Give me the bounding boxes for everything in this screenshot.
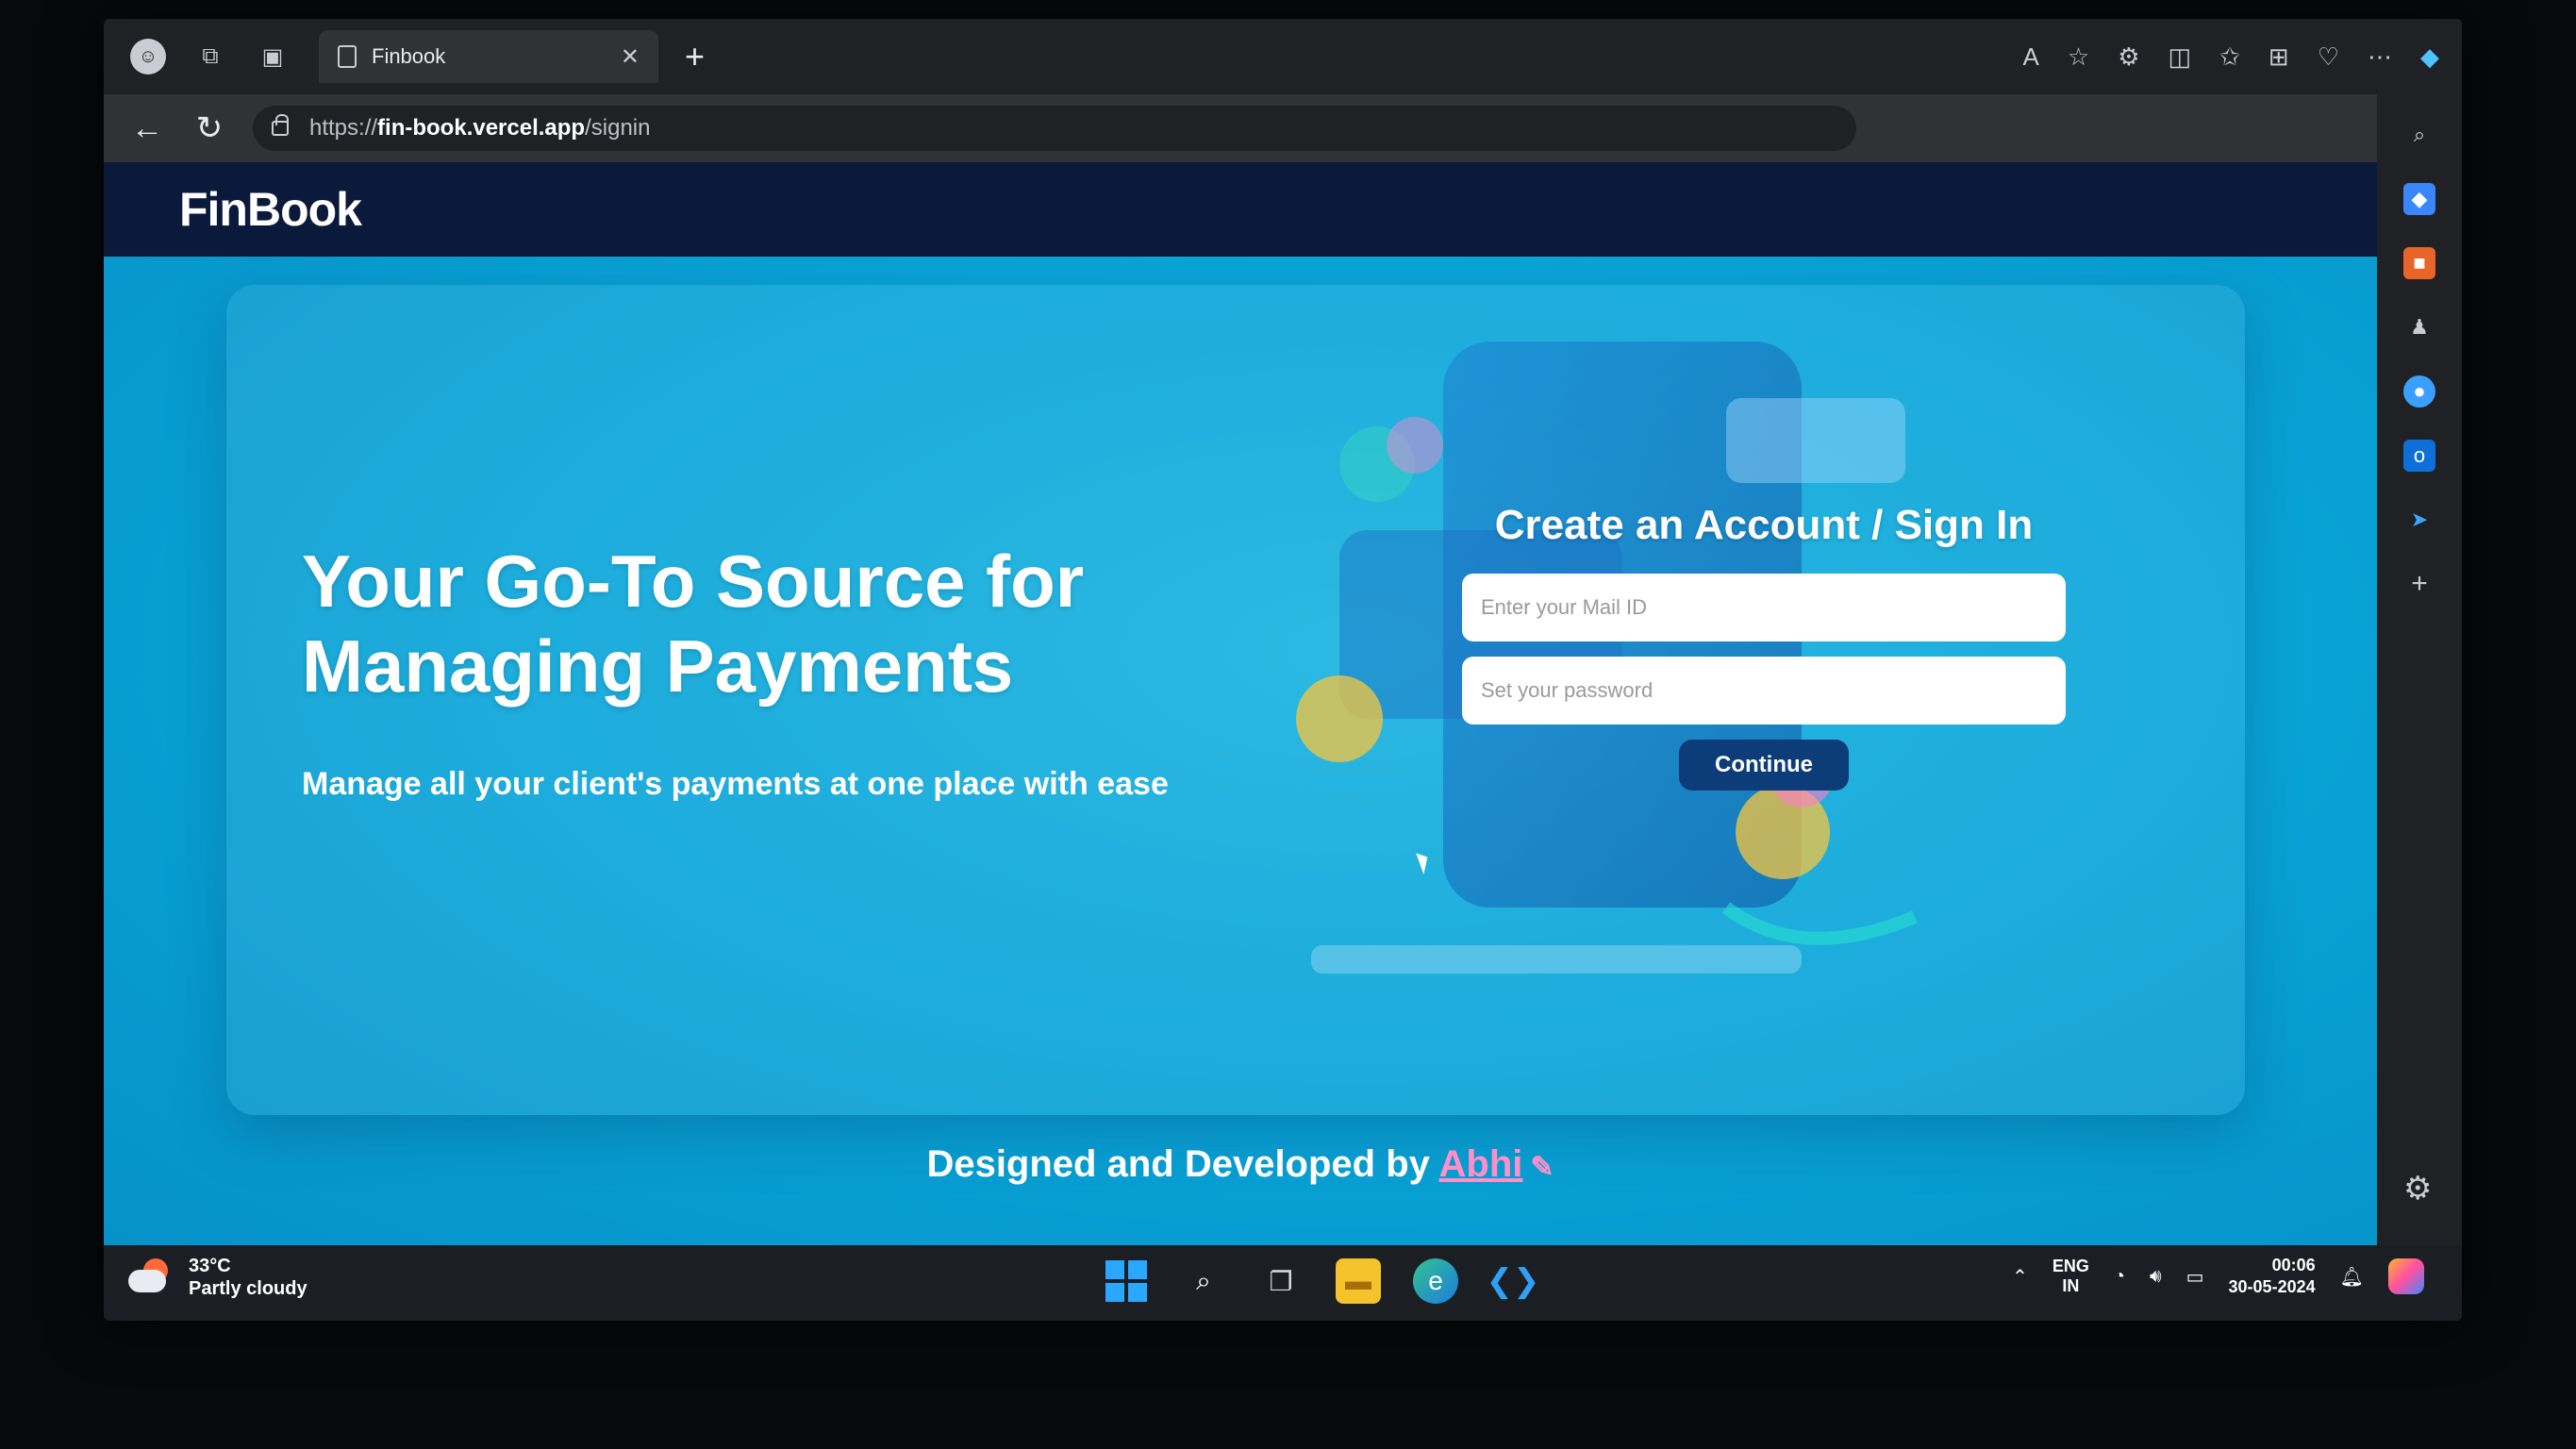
page-icon bbox=[338, 45, 357, 68]
tab-strip: ☺ ⧉ ▣ Finbook ✕ + A ☆ ⚙ ◫ ✩ ⊞ ♡ ⋯ ◆ bbox=[104, 19, 2462, 94]
workspaces-icon[interactable]: ⧉ bbox=[192, 39, 228, 75]
footer-credit-text: Designed and Developed by bbox=[926, 1143, 1439, 1185]
clock-time: 00:06 bbox=[2271, 1256, 2316, 1274]
address-bar: ← ↻ https:// fin-book.vercel.app /signin bbox=[104, 94, 2462, 162]
add-icon[interactable]: + bbox=[2403, 568, 2435, 600]
edge-sidebar: ⌕ ◆ ■ ♟ ● o ➤ + ⚙ bbox=[2377, 94, 2462, 1245]
region-code: IN bbox=[2062, 1276, 2080, 1296]
search-icon[interactable]: ⌕ bbox=[2403, 119, 2435, 151]
hero-subline: Manage all your client's payments at one… bbox=[302, 766, 1169, 802]
wifi-icon[interactable]: ◔ bbox=[2114, 1266, 2125, 1288]
url-scheme: https:// bbox=[309, 115, 378, 141]
weather-widget[interactable]: 33°C Partly cloudy bbox=[126, 1255, 307, 1300]
start-windows-icon[interactable] bbox=[1104, 1258, 1149, 1304]
read-aloud-icon[interactable]: A bbox=[2023, 42, 2039, 72]
clock[interactable]: 00:06 30-05-2024 bbox=[2229, 1255, 2316, 1299]
temperature: 33°C bbox=[189, 1256, 231, 1276]
taskbar: 33°C Partly cloudy ⌕ ❐ ▬ e ❮❯ ⌃ ENG IN ◔… bbox=[104, 1245, 2462, 1321]
close-tab-icon[interactable]: ✕ bbox=[621, 43, 640, 71]
tag-icon[interactable]: ◆ bbox=[2403, 183, 2435, 215]
send-icon[interactable]: ➤ bbox=[2403, 504, 2435, 536]
sidebar-settings-icon[interactable]: ⚙ bbox=[2403, 1170, 2432, 1208]
site-footer: Designed and Developed by Abhi ✎ bbox=[104, 1143, 2377, 1186]
tab-finbook[interactable]: Finbook ✕ bbox=[319, 30, 658, 83]
author-link[interactable]: Abhi bbox=[1439, 1143, 1523, 1185]
url-path: /signin bbox=[585, 115, 651, 141]
back-arrow-icon[interactable]: ← bbox=[128, 110, 166, 147]
continue-button[interactable]: Continue bbox=[1679, 740, 1849, 791]
hero-headline: Your Go-To Source for Managing Payments bbox=[302, 540, 1085, 708]
vscode-icon[interactable]: ❮❯ bbox=[1487, 1258, 1540, 1304]
partly-cloudy-icon bbox=[126, 1258, 174, 1296]
task-view-icon[interactable]: ❐ bbox=[1258, 1258, 1304, 1304]
new-tab-button[interactable]: + bbox=[685, 37, 705, 76]
split-screen-icon[interactable]: ◫ bbox=[2169, 42, 2192, 72]
copilot-icon[interactable]: ◆ bbox=[2420, 42, 2439, 72]
taskbar-apps: ⌕ ❐ ▬ e ❮❯ bbox=[1104, 1258, 1540, 1304]
extension-icon[interactable]: ⚙ bbox=[2118, 42, 2139, 72]
screen: ☺ ⧉ ▣ Finbook ✕ + A ☆ ⚙ ◫ ✩ ⊞ ♡ ⋯ ◆ ← ↻ … bbox=[104, 19, 2462, 1321]
favorites-icon[interactable]: ✩ bbox=[2219, 42, 2240, 72]
site-header: FinBook bbox=[104, 162, 2377, 257]
refresh-icon[interactable]: ↻ bbox=[191, 109, 228, 147]
tab-actions-icon[interactable]: ▣ bbox=[255, 39, 291, 75]
pencil-icon: ✎ bbox=[1530, 1152, 1554, 1183]
notification-bell-icon[interactable]: 🔔︎ bbox=[2340, 1265, 2364, 1289]
clock-date: 30-05-2024 bbox=[2228, 1277, 2316, 1297]
favorite-star-icon[interactable]: ☆ bbox=[2068, 42, 2089, 72]
url-field[interactable]: https:// fin-book.vercel.app /signin bbox=[253, 106, 1856, 151]
email-field[interactable] bbox=[1462, 574, 2066, 641]
tab-title: Finbook bbox=[372, 44, 446, 68]
file-explorer-icon[interactable]: ▬ bbox=[1336, 1258, 1381, 1304]
collections-icon[interactable]: ⊞ bbox=[2269, 42, 2289, 72]
password-field[interactable] bbox=[1462, 657, 2066, 724]
lock-icon[interactable] bbox=[272, 114, 289, 136]
system-tray: ⌃ ENG IN ◔ 🔊︎ ▭ 00:06 30-05-2024 🔔︎ bbox=[2012, 1255, 2424, 1299]
edge-browser-icon[interactable]: e bbox=[1413, 1258, 1458, 1304]
briefcase-icon[interactable]: ■ bbox=[2403, 247, 2435, 279]
lang-code: ENG bbox=[2052, 1256, 2089, 1275]
profile-icon[interactable]: ☺ bbox=[130, 39, 166, 75]
web-page: FinBook Your Go-To Source for Managing P… bbox=[104, 162, 2377, 1245]
site-logo[interactable]: FinBook bbox=[179, 182, 362, 237]
signin-form: Create an Account / Sign In Continue bbox=[1462, 502, 2066, 791]
battery-icon[interactable]: ▭ bbox=[2186, 1265, 2204, 1289]
toolbar-right: A ☆ ⚙ ◫ ✩ ⊞ ♡ ⋯ ◆ bbox=[2023, 19, 2439, 94]
browser-essentials-icon[interactable]: ♡ bbox=[2318, 42, 2339, 72]
volume-icon[interactable]: 🔊︎ bbox=[2150, 1266, 2162, 1288]
copilot-sidebar-icon[interactable]: ● bbox=[2403, 375, 2435, 408]
search-taskbar-icon[interactable]: ⌕ bbox=[1181, 1258, 1226, 1304]
chevron-up-icon[interactable]: ⌃ bbox=[2012, 1265, 2028, 1289]
form-title: Create an Account / Sign In bbox=[1494, 502, 2034, 548]
url-domain: fin-book.vercel.app bbox=[377, 115, 586, 141]
more-menu-icon[interactable]: ⋯ bbox=[2368, 42, 2392, 72]
language-indicator[interactable]: ENG IN bbox=[2052, 1257, 2089, 1297]
copilot-taskbar-icon[interactable] bbox=[2388, 1258, 2424, 1295]
weather-condition: Partly cloudy bbox=[189, 1278, 307, 1299]
outlook-icon[interactable]: o bbox=[2403, 440, 2435, 472]
people-icon[interactable]: ♟ bbox=[2403, 311, 2435, 343]
